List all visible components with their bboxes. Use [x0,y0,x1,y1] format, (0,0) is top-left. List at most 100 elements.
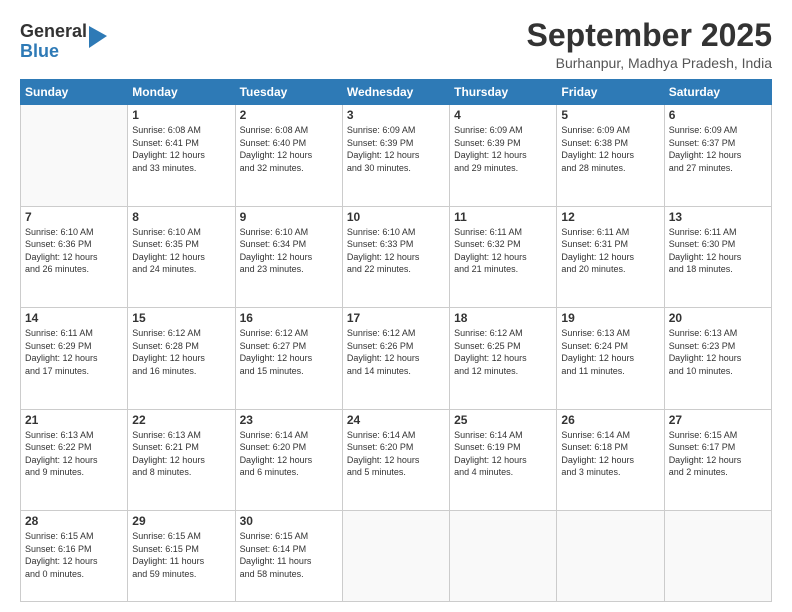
day-info: Sunrise: 6:14 AM Sunset: 6:19 PM Dayligh… [454,429,552,479]
day-info: Sunrise: 6:08 AM Sunset: 6:41 PM Dayligh… [132,124,230,174]
day-number: 28 [25,514,123,528]
table-row: 19 Sunrise: 6:13 AM Sunset: 6:24 PM Dayli… [557,308,664,409]
day-info: Sunrise: 6:09 AM Sunset: 6:39 PM Dayligh… [454,124,552,174]
day-number: 5 [561,108,659,122]
calendar-table: Sunday Monday Tuesday Wednesday Thursday… [20,79,772,602]
calendar-week-row: 7 Sunrise: 6:10 AM Sunset: 6:36 PM Daylig… [21,206,772,307]
day-info: Sunrise: 6:12 AM Sunset: 6:28 PM Dayligh… [132,327,230,377]
col-sunday: Sunday [21,80,128,105]
day-info: Sunrise: 6:12 AM Sunset: 6:27 PM Dayligh… [240,327,338,377]
calendar-week-row: 21Sunrise: 6:13 AM Sunset: 6:22 PM Dayli… [21,409,772,510]
day-number: 18 [454,311,552,325]
table-row: 2 Sunrise: 6:08 AM Sunset: 6:40 PM Daylig… [235,105,342,206]
day-info: Sunrise: 6:15 AM Sunset: 6:16 PM Dayligh… [25,530,123,580]
logo-blue-text: Blue [20,42,87,62]
table-row [664,511,771,602]
calendar-week-row: 14Sunrise: 6:11 AM Sunset: 6:29 PM Dayli… [21,308,772,409]
day-number: 6 [669,108,767,122]
table-row: 28 Sunrise: 6:15 AM Sunset: 6:16 PM Dayli… [21,511,128,602]
table-row: 22 Sunrise: 6:13 AM Sunset: 6:21 PM Dayli… [128,409,235,510]
day-number: 21 [25,413,123,427]
table-row: 21Sunrise: 6:13 AM Sunset: 6:22 PM Dayli… [21,409,128,510]
table-row: 20Sunrise: 6:13 AM Sunset: 6:23 PM Dayli… [664,308,771,409]
logo-icon [89,26,107,48]
table-row: 12 Sunrise: 6:11 AM Sunset: 6:31 PM Dayli… [557,206,664,307]
col-thursday: Thursday [450,80,557,105]
day-info: Sunrise: 6:09 AM Sunset: 6:38 PM Dayligh… [561,124,659,174]
day-info: Sunrise: 6:12 AM Sunset: 6:25 PM Dayligh… [454,327,552,377]
day-info: Sunrise: 6:08 AM Sunset: 6:40 PM Dayligh… [240,124,338,174]
weekday-header-row: Sunday Monday Tuesday Wednesday Thursday… [21,80,772,105]
day-number: 2 [240,108,338,122]
table-row: 17 Sunrise: 6:12 AM Sunset: 6:26 PM Dayli… [342,308,449,409]
day-info: Sunrise: 6:13 AM Sunset: 6:21 PM Dayligh… [132,429,230,479]
day-info: Sunrise: 6:09 AM Sunset: 6:39 PM Dayligh… [347,124,445,174]
day-info: Sunrise: 6:14 AM Sunset: 6:20 PM Dayligh… [240,429,338,479]
day-number: 11 [454,210,552,224]
table-row: 6 Sunrise: 6:09 AM Sunset: 6:37 PM Daylig… [664,105,771,206]
table-row: 13 Sunrise: 6:11 AM Sunset: 6:30 PM Dayli… [664,206,771,307]
day-info: Sunrise: 6:10 AM Sunset: 6:34 PM Dayligh… [240,226,338,276]
day-info: Sunrise: 6:10 AM Sunset: 6:33 PM Dayligh… [347,226,445,276]
day-info: Sunrise: 6:11 AM Sunset: 6:32 PM Dayligh… [454,226,552,276]
table-row: 26Sunrise: 6:14 AM Sunset: 6:18 PM Dayli… [557,409,664,510]
day-info: Sunrise: 6:15 AM Sunset: 6:15 PM Dayligh… [132,530,230,580]
day-number: 9 [240,210,338,224]
table-row: 29 Sunrise: 6:15 AM Sunset: 6:15 PM Dayli… [128,511,235,602]
table-row: 4 Sunrise: 6:09 AM Sunset: 6:39 PM Daylig… [450,105,557,206]
day-number: 27 [669,413,767,427]
day-info: Sunrise: 6:11 AM Sunset: 6:30 PM Dayligh… [669,226,767,276]
table-row: 8 Sunrise: 6:10 AM Sunset: 6:35 PM Daylig… [128,206,235,307]
table-row: 30Sunrise: 6:15 AM Sunset: 6:14 PM Dayli… [235,511,342,602]
day-info: Sunrise: 6:09 AM Sunset: 6:37 PM Dayligh… [669,124,767,174]
day-info: Sunrise: 6:10 AM Sunset: 6:36 PM Dayligh… [25,226,123,276]
table-row: 24 Sunrise: 6:14 AM Sunset: 6:20 PM Dayli… [342,409,449,510]
table-row: 23 Sunrise: 6:14 AM Sunset: 6:20 PM Dayli… [235,409,342,510]
day-number: 8 [132,210,230,224]
calendar-week-row: 28 Sunrise: 6:15 AM Sunset: 6:16 PM Dayli… [21,511,772,602]
day-number: 12 [561,210,659,224]
table-row: 25 Sunrise: 6:14 AM Sunset: 6:19 PM Dayli… [450,409,557,510]
day-info: Sunrise: 6:15 AM Sunset: 6:17 PM Dayligh… [669,429,767,479]
day-number: 16 [240,311,338,325]
day-number: 13 [669,210,767,224]
table-row: 10 Sunrise: 6:10 AM Sunset: 6:33 PM Dayli… [342,206,449,307]
day-number: 17 [347,311,445,325]
day-number: 4 [454,108,552,122]
table-row: 1 Sunrise: 6:08 AM Sunset: 6:41 PM Daylig… [128,105,235,206]
day-number: 25 [454,413,552,427]
day-info: Sunrise: 6:14 AM Sunset: 6:20 PM Dayligh… [347,429,445,479]
table-row: 5 Sunrise: 6:09 AM Sunset: 6:38 PM Daylig… [557,105,664,206]
day-info: Sunrise: 6:11 AM Sunset: 6:31 PM Dayligh… [561,226,659,276]
table-row: 7 Sunrise: 6:10 AM Sunset: 6:36 PM Daylig… [21,206,128,307]
day-number: 23 [240,413,338,427]
day-number: 10 [347,210,445,224]
table-row [450,511,557,602]
day-number: 24 [347,413,445,427]
day-number: 30 [240,514,338,528]
day-number: 14 [25,311,123,325]
day-number: 7 [25,210,123,224]
day-number: 15 [132,311,230,325]
day-info: Sunrise: 6:13 AM Sunset: 6:24 PM Dayligh… [561,327,659,377]
table-row: 3 Sunrise: 6:09 AM Sunset: 6:39 PM Daylig… [342,105,449,206]
day-number: 22 [132,413,230,427]
col-monday: Monday [128,80,235,105]
page: General Blue September 2025 Burhanpur, M… [0,0,792,612]
table-row [342,511,449,602]
day-info: Sunrise: 6:12 AM Sunset: 6:26 PM Dayligh… [347,327,445,377]
table-row: 18 Sunrise: 6:12 AM Sunset: 6:25 PM Dayli… [450,308,557,409]
table-row: 16 Sunrise: 6:12 AM Sunset: 6:27 PM Dayli… [235,308,342,409]
day-number: 19 [561,311,659,325]
calendar-week-row: 1 Sunrise: 6:08 AM Sunset: 6:41 PM Daylig… [21,105,772,206]
col-wednesday: Wednesday [342,80,449,105]
day-info: Sunrise: 6:10 AM Sunset: 6:35 PM Dayligh… [132,226,230,276]
table-row: 14Sunrise: 6:11 AM Sunset: 6:29 PM Dayli… [21,308,128,409]
logo-general-text: General [20,22,87,42]
day-info: Sunrise: 6:13 AM Sunset: 6:23 PM Dayligh… [669,327,767,377]
day-number: 3 [347,108,445,122]
col-saturday: Saturday [664,80,771,105]
day-number: 29 [132,514,230,528]
day-number: 1 [132,108,230,122]
logo: General Blue [20,22,107,62]
